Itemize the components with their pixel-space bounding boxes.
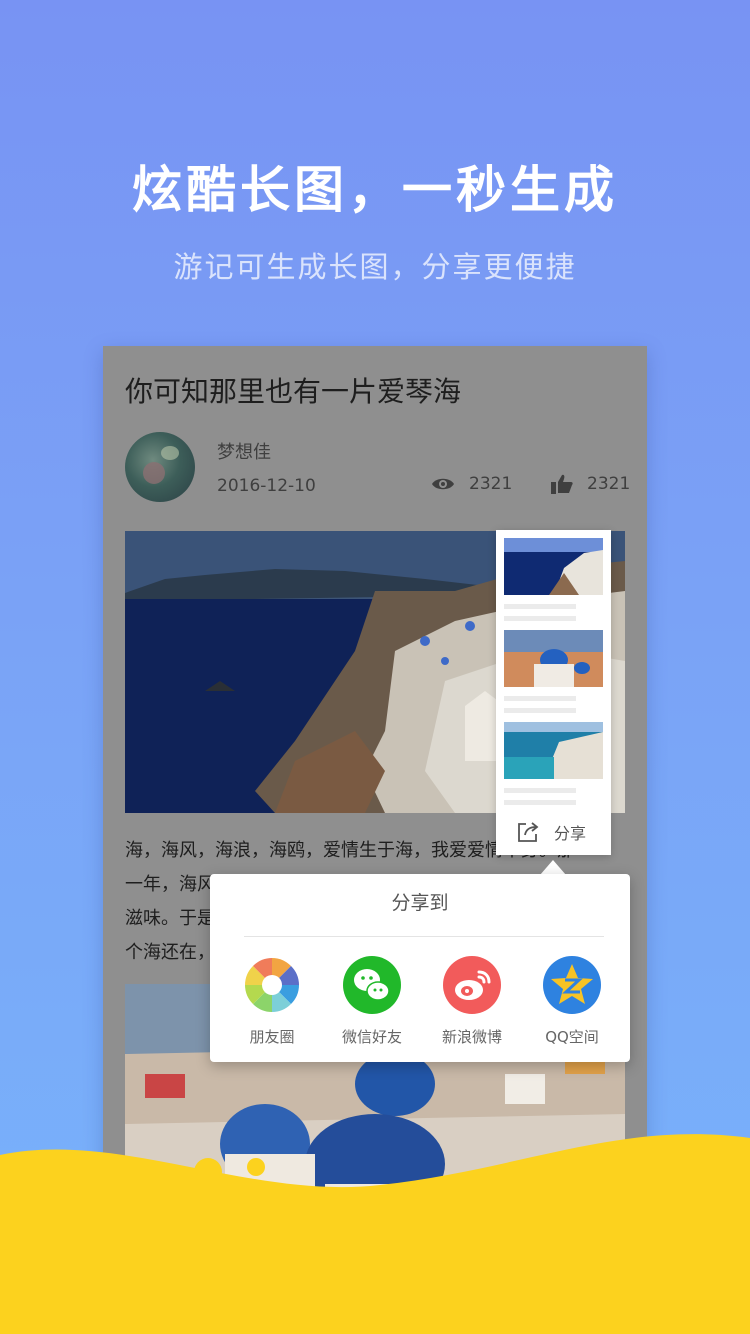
- share-option-wechat[interactable]: 微信好友: [322, 956, 422, 1047]
- share-option-qzone[interactable]: QQ空间: [522, 956, 622, 1047]
- eye-icon: [432, 478, 454, 490]
- hero-title: 炫酷长图，一秒生成: [132, 161, 618, 219]
- preview-thumb-3: [504, 722, 603, 779]
- article-title: 你可知那里也有一片爱琴海: [125, 375, 462, 408]
- preview-share-button[interactable]: 分享: [516, 820, 586, 844]
- share-icon: [518, 822, 539, 842]
- share-option-weibo-label: 新浪微博: [441, 1028, 502, 1046]
- long-image-preview[interactable]: 分享: [496, 530, 611, 855]
- share-sheet-title: 分享到: [391, 892, 449, 914]
- wechat-icon: [343, 956, 401, 1014]
- weibo-icon: [443, 956, 501, 1014]
- share-sheet-caret: [540, 860, 566, 875]
- qzone-icon: [543, 956, 601, 1014]
- view-count-value: 2321: [469, 474, 513, 494]
- author-avatar[interactable]: [125, 432, 195, 502]
- thumbs-up-icon: [551, 474, 573, 494]
- like-count-value: 2321: [587, 474, 631, 494]
- share-option-moments-label: 朋友圈: [249, 1028, 295, 1046]
- like-count[interactable]: 2321: [551, 474, 630, 494]
- share-option-moments[interactable]: 朋友圈: [222, 956, 322, 1047]
- preview-share-label: 分享: [554, 824, 587, 843]
- hero-subtitle: 游记可生成长图，分享更便捷: [173, 250, 577, 284]
- share-sheet: 分享到 朋友圈 微信好友 新浪微博 QQ空间: [210, 874, 630, 1062]
- share-option-weibo[interactable]: 新浪微博: [422, 956, 522, 1047]
- post-date: 2016-12-10: [217, 476, 316, 496]
- author-name[interactable]: 梦想佳: [217, 438, 271, 464]
- share-option-qzone-label: QQ空间: [545, 1028, 599, 1046]
- share-sheet-divider: [244, 936, 604, 937]
- view-count: 2321: [431, 474, 512, 494]
- bottom-wave-decoration: [0, 1134, 750, 1334]
- preview-thumb-2: [504, 630, 603, 687]
- page-dot-1[interactable]: [194, 1158, 222, 1186]
- share-option-wechat-label: 微信好友: [341, 1028, 402, 1046]
- moments-icon: [243, 956, 301, 1014]
- preview-thumb-1: [504, 538, 603, 595]
- page-dot-2[interactable]: [247, 1158, 265, 1176]
